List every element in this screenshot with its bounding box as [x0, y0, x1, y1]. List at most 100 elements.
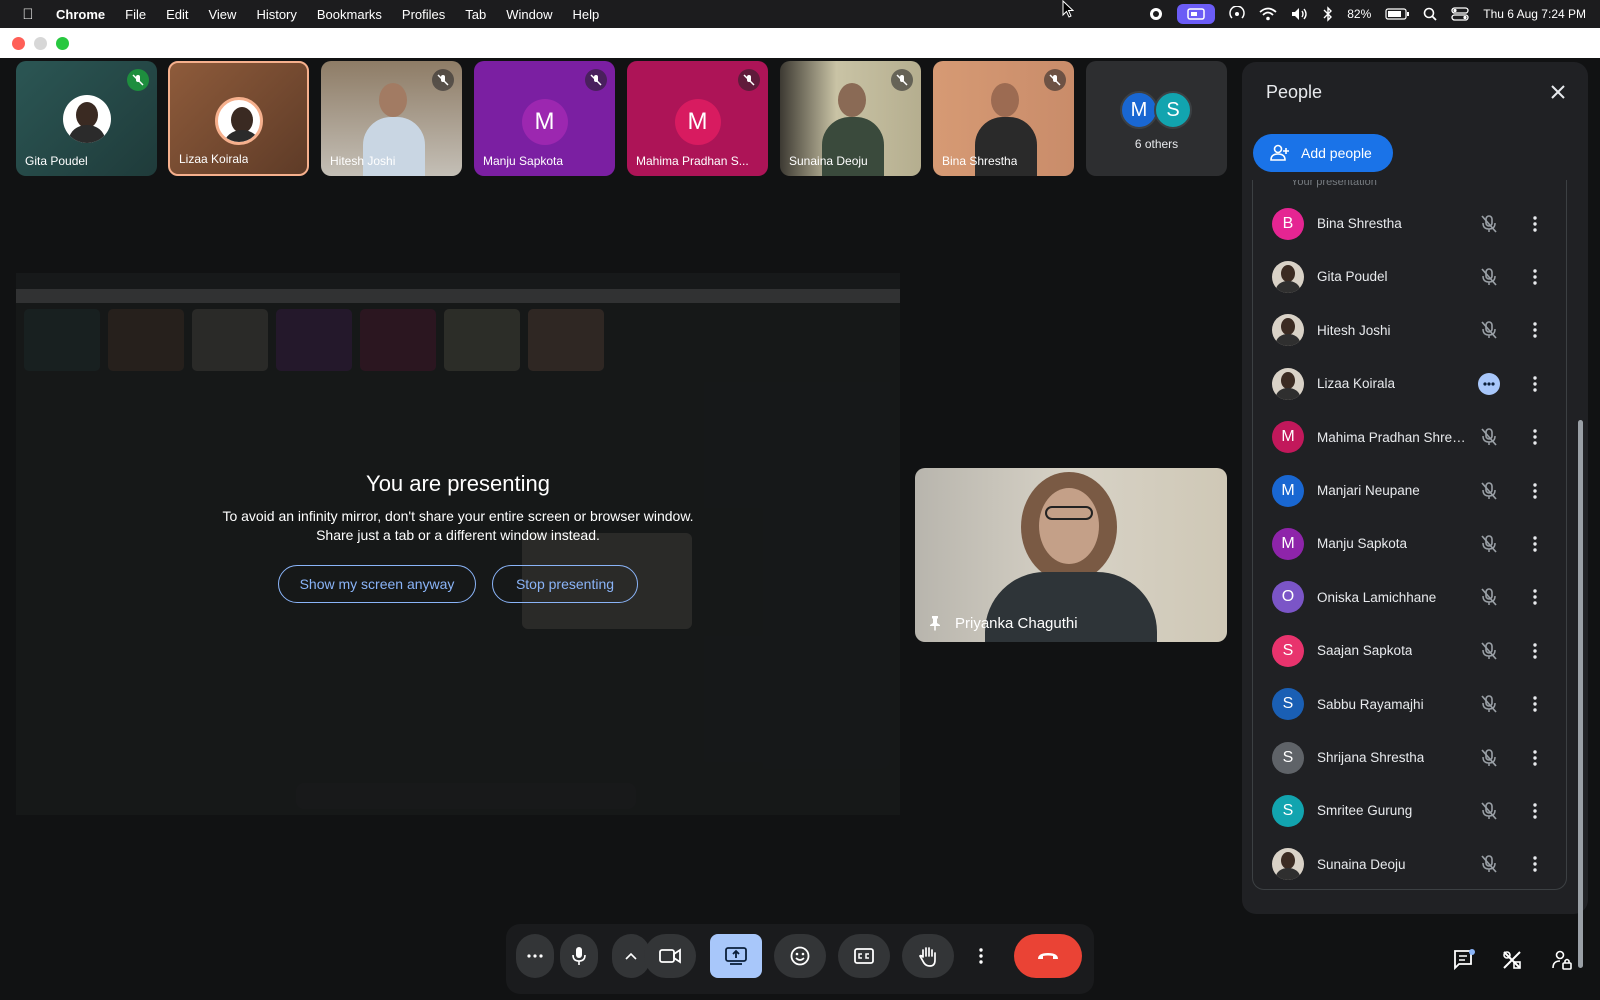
- muted-mic-icon[interactable]: [1477, 425, 1501, 449]
- more-vert-icon[interactable]: [1523, 532, 1547, 556]
- participant-tile-gita[interactable]: Gita Poudel: [16, 61, 157, 176]
- muted-mic-icon[interactable]: [1477, 318, 1501, 342]
- captions-button[interactable]: [838, 934, 890, 978]
- activities-button[interactable]: [1494, 942, 1530, 978]
- participant-row[interactable]: M Mahima Pradhan Shrest...: [1253, 411, 1566, 464]
- show-screen-anyway-button[interactable]: Show my screen anyway: [278, 565, 476, 603]
- participant-row[interactable]: S Shrijana Shrestha: [1253, 731, 1566, 784]
- participant-row[interactable]: S Smritee Gurung: [1253, 784, 1566, 837]
- muted-mic-icon[interactable]: [1477, 212, 1501, 236]
- more-vert-icon[interactable]: [1523, 479, 1547, 503]
- host-controls-button[interactable]: [1544, 942, 1580, 978]
- mouse-cursor-icon: [1062, 0, 1074, 18]
- stop-presenting-button[interactable]: Stop presenting: [492, 565, 638, 603]
- menu-window[interactable]: Window: [506, 7, 552, 22]
- wifi-icon[interactable]: [1259, 7, 1277, 21]
- menu-view[interactable]: View: [208, 7, 236, 22]
- present-screen-button[interactable]: [710, 934, 762, 978]
- more-vert-icon[interactable]: [1523, 372, 1547, 396]
- close-icon[interactable]: [1546, 80, 1570, 104]
- add-people-button[interactable]: Add people: [1253, 134, 1393, 172]
- airdrop-icon[interactable]: [1229, 6, 1245, 22]
- clock[interactable]: Thu 6 Aug 7:24 PM: [1483, 7, 1586, 21]
- participant-tile-bina[interactable]: Bina Shrestha: [933, 61, 1074, 176]
- more-vert-icon[interactable]: [1523, 265, 1547, 289]
- muted-mic-icon[interactable]: [1477, 265, 1501, 289]
- more-vert-icon[interactable]: [1523, 318, 1547, 342]
- menu-bookmarks[interactable]: Bookmarks: [317, 7, 382, 22]
- muted-mic-icon[interactable]: [1477, 532, 1501, 556]
- participant-row[interactable]: M Manjari Neupane: [1253, 464, 1566, 517]
- panel-title: People: [1266, 82, 1323, 102]
- participant-row[interactable]: Hitesh Joshi: [1253, 304, 1566, 357]
- menu-history[interactable]: History: [256, 7, 296, 22]
- muted-mic-icon[interactable]: [1477, 479, 1501, 503]
- participant-tile-manju[interactable]: M Manju Sapkota: [474, 61, 615, 176]
- participant-row[interactable]: Lizaa Koirala: [1253, 357, 1566, 410]
- menu-edit[interactable]: Edit: [166, 7, 188, 22]
- muted-mic-icon[interactable]: [1477, 852, 1501, 876]
- apple-icon[interactable]: : [18, 6, 38, 23]
- menu-file[interactable]: File: [125, 7, 146, 22]
- participant-row[interactable]: B Bina Shrestha: [1253, 197, 1566, 250]
- participant-tile-mahima[interactable]: M Mahima Pradhan S...: [627, 61, 768, 176]
- more-vert-icon[interactable]: [1523, 212, 1547, 236]
- menu-help[interactable]: Help: [573, 7, 600, 22]
- muted-mic-icon: [127, 69, 149, 91]
- microphone-button[interactable]: [560, 934, 598, 978]
- chat-icon: [1454, 949, 1475, 971]
- minimize-window-button[interactable]: [34, 37, 47, 50]
- add-person-icon: [1270, 144, 1289, 161]
- muted-mic-icon[interactable]: [1477, 799, 1501, 823]
- participant-row[interactable]: S Saajan Sapkota: [1253, 624, 1566, 677]
- reactions-button[interactable]: [774, 934, 826, 978]
- more-vert-icon[interactable]: [1523, 692, 1547, 716]
- pinned-participant-video[interactable]: Priyanka Chaguthi: [915, 468, 1227, 642]
- bluetooth-icon[interactable]: [1323, 6, 1333, 22]
- more-vert-icon[interactable]: [1523, 425, 1547, 449]
- more-vert-icon[interactable]: [1523, 639, 1547, 663]
- more-vert-icon[interactable]: [1523, 585, 1547, 609]
- pin-icon[interactable]: [929, 615, 941, 631]
- menu-app-chrome[interactable]: Chrome: [56, 7, 105, 22]
- chat-button[interactable]: [1446, 942, 1482, 978]
- close-window-button[interactable]: [12, 37, 25, 50]
- control-center-icon[interactable]: [1451, 7, 1469, 21]
- more-vert-icon[interactable]: [1523, 746, 1547, 770]
- camera-button[interactable]: [644, 934, 696, 978]
- menu-profiles[interactable]: Profiles: [402, 7, 445, 22]
- more-options-button[interactable]: [962, 934, 1000, 978]
- fullscreen-window-button[interactable]: [56, 37, 69, 50]
- muted-mic-icon[interactable]: [1477, 692, 1501, 716]
- record-icon[interactable]: [1149, 7, 1163, 21]
- participant-row[interactable]: M Manju Sapkota: [1253, 517, 1566, 570]
- end-call-button[interactable]: [1014, 934, 1082, 978]
- participant-tile-hitesh[interactable]: Hitesh Joshi: [321, 61, 462, 176]
- raise-hand-button[interactable]: [902, 934, 954, 978]
- muted-mic-icon: [432, 69, 454, 91]
- muted-mic-icon[interactable]: [1477, 746, 1501, 770]
- screen-share-status-icon[interactable]: [1177, 4, 1216, 24]
- participant-tile-sunaina[interactable]: Sunaina Deoju: [780, 61, 921, 176]
- muted-mic-icon[interactable]: [1477, 639, 1501, 663]
- battery-icon[interactable]: [1385, 8, 1410, 20]
- participant-tile-lizaa[interactable]: Lizaa Koirala: [168, 61, 309, 176]
- participant-avatar: M: [1272, 527, 1304, 560]
- more-controls-button[interactable]: [516, 934, 554, 978]
- people-list-scrollbar[interactable]: [1578, 420, 1583, 968]
- menu-tab[interactable]: Tab: [465, 7, 486, 22]
- others-tile[interactable]: M S 6 others: [1086, 61, 1227, 176]
- participant-avatar: [1272, 260, 1304, 293]
- participant-row[interactable]: Gita Poudel: [1253, 250, 1566, 303]
- participant-avatar: S: [1272, 634, 1304, 667]
- participant-avatar: [1272, 314, 1304, 347]
- participant-avatar: O: [1272, 581, 1304, 614]
- more-vert-icon[interactable]: [1523, 799, 1547, 823]
- participant-row[interactable]: Sunaina Deoju: [1253, 838, 1566, 889]
- participant-row[interactable]: S Sabbu Rayamajhi: [1253, 678, 1566, 731]
- participant-row[interactable]: O Oniska Lamichhane: [1253, 571, 1566, 624]
- muted-mic-icon[interactable]: [1477, 585, 1501, 609]
- more-vert-icon[interactable]: [1523, 852, 1547, 876]
- spotlight-search-icon[interactable]: [1423, 7, 1437, 21]
- volume-icon[interactable]: [1291, 7, 1309, 21]
